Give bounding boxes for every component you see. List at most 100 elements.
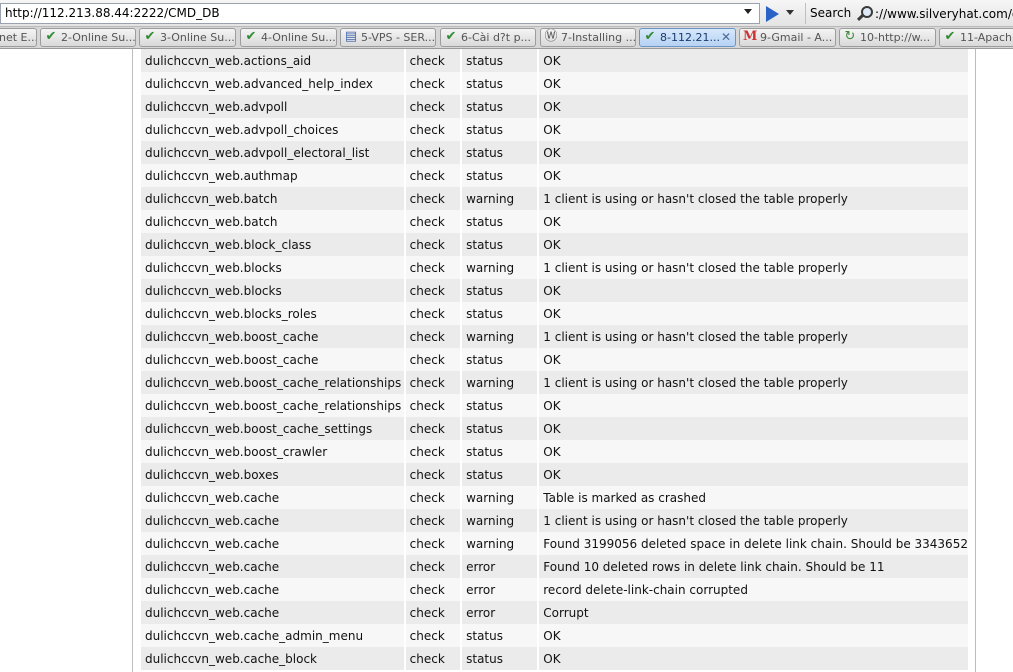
operation-cell: check [405,417,463,440]
address-dropdown-icon[interactable] [744,9,752,14]
message-text-cell: OK [539,210,968,233]
tab[interactable]: M 9-Gmail - A... [739,28,836,47]
tab[interactable]: ✔ 2-Online Su... [40,28,136,47]
close-icon[interactable]: ✕ [721,29,731,46]
operation-cell: check [405,233,463,256]
table-name-cell: dulichccvn_web.cache [141,486,406,509]
tab-label: 2-Online Su... [61,31,136,44]
message-type-cell: status [462,72,540,95]
tab[interactable]: ✔ 3-Online Su... [139,28,236,47]
operation-cell: check [405,624,463,647]
tab-label: 9-Gmail - A... [760,31,833,44]
operation-cell: check [405,164,463,187]
tab-label: 7-Installing ... [561,31,636,44]
message-text-cell: OK [539,49,968,72]
table-row: dulichccvn_web.actions_aid check status OK [141,49,968,72]
tab[interactable]: ↻ 10-http://w... [839,28,936,47]
message-text-cell: OK [539,72,968,95]
message-type-cell: status [462,233,540,256]
operation-cell: check [405,578,463,601]
check-icon: ✔ [445,29,457,44]
operation-cell: check [405,95,463,118]
operation-cell: check [405,601,463,624]
tab-label: 6-Cài d?t p... [461,31,532,44]
operation-cell: check [405,279,463,302]
table-row: dulichccvn_web.authmap check status OK [141,164,968,187]
go-button[interactable] [762,4,802,24]
message-type-cell: status [462,141,540,164]
message-text-cell: record delete-link-chain corrupted [539,578,968,601]
table-row: dulichccvn_web.cache check warning 1 client… [141,509,968,532]
message-type-cell: warning [462,256,540,279]
chevron-down-icon[interactable] [786,10,794,15]
message-text-cell: OK [539,394,968,417]
message-text-cell: Corrupt [539,601,968,624]
search-button[interactable]: Search [810,4,852,23]
operation-cell: check [405,49,463,72]
tab-bar: net E... ✔ 2-Online Su... ✔ 3-Online Su.… [0,27,1013,49]
message-text-cell: 1 client is using or hasn't closed the t… [539,371,968,394]
tab[interactable]: ✔ 11-Apach [939,28,1013,47]
message-type-cell: status [462,348,540,371]
message-type-cell: status [462,49,540,72]
message-type-cell: status [462,302,540,325]
message-text-cell: OK [539,118,968,141]
table-name-cell: dulichccvn_web.authmap [141,164,406,187]
table-name-cell: dulichccvn_web.advpoll [141,95,406,118]
play-icon [766,6,779,22]
search-input[interactable]: ://www.silveryhat.com/de [875,4,1013,24]
tab[interactable]: Ⓦ 7-Installing ... [540,28,636,47]
message-type-cell: warning [462,325,540,348]
document-icon: ▤ [344,29,358,44]
message-text-cell: 1 client is using or hasn't closed the t… [539,256,968,279]
wordpress-icon: Ⓦ [544,29,558,44]
message-text-cell: OK [539,440,968,463]
operation-cell: check [405,371,463,394]
table-row: dulichccvn_web.batch check warning 1 client… [141,187,968,210]
address-bar[interactable]: http://112.213.88.44:2222/CMD_DB [0,3,760,24]
tab-label: 4-Online Su... [261,31,336,44]
check-results-table: dulichccvn_web.actions_aid check status OK d… [141,49,968,670]
message-text-cell: Found 10 deleted rows in delete link cha… [539,555,968,578]
table-name-cell: dulichccvn_web.cache_admin_menu [141,624,406,647]
tab-label: 11-Apach [960,31,1012,44]
table-row: dulichccvn_web.blocks_roles check status OK [141,302,968,325]
search-icon[interactable] [856,5,873,22]
message-type-cell: warning [462,187,540,210]
table-row: dulichccvn_web.advpoll_electoral_list che… [141,141,968,164]
tab[interactable]: ✔ 6-Cài d?t p... [440,28,536,47]
table-name-cell: dulichccvn_web.cache [141,578,406,601]
table-name-cell: dulichccvn_web.cache [141,555,406,578]
table-name-cell: dulichccvn_web.advpoll_electoral_list [141,141,406,164]
table-row: dulichccvn_web.cache check warning Table is… [141,486,968,509]
table-row: dulichccvn_web.cache check error Found 10 d… [141,555,968,578]
table-row: dulichccvn_web.blocks check warning 1 clien… [141,256,968,279]
message-type-cell: status [462,647,540,670]
table-name-cell: dulichccvn_web.boost_cache_relationships [141,371,406,394]
table-name-cell: dulichccvn_web.actions_aid [141,49,406,72]
tab[interactable]: net E... [0,28,37,47]
message-type-cell: warning [462,509,540,532]
message-text-cell: 1 client is using or hasn't closed the t… [539,325,968,348]
gmail-icon: M [743,29,758,44]
check-icon: ✔ [45,29,57,44]
tab-label: 3-Online Su... [160,31,235,44]
table-row: dulichccvn_web.boost_cache check warning 1 … [141,325,968,348]
operation-cell: check [405,141,463,164]
tab-label: net E... [0,31,37,44]
tab-label: 5-VPS - SER... [361,31,436,44]
operation-cell: check [405,463,463,486]
table-row: dulichccvn_web.cache check warning Found 31… [141,532,968,555]
tab[interactable]: ▤ 5-VPS - SER... [340,28,436,47]
table-name-cell: dulichccvn_web.boost_cache [141,348,406,371]
operation-cell: check [405,72,463,95]
table-row: dulichccvn_web.boost_cache check status OK [141,348,968,371]
message-type-cell: warning [462,371,540,394]
operation-cell: check [405,348,463,371]
tab[interactable]: ✔ 4-Online Su... [240,28,337,47]
tab-active[interactable]: ✔ 8-112.21... ✕ [639,28,736,47]
message-text-cell: OK [539,233,968,256]
table-row: dulichccvn_web.cache check error Corrupt [141,601,968,624]
loading-icon: ↻ [844,29,856,44]
table-name-cell: dulichccvn_web.blocks_roles [141,302,406,325]
